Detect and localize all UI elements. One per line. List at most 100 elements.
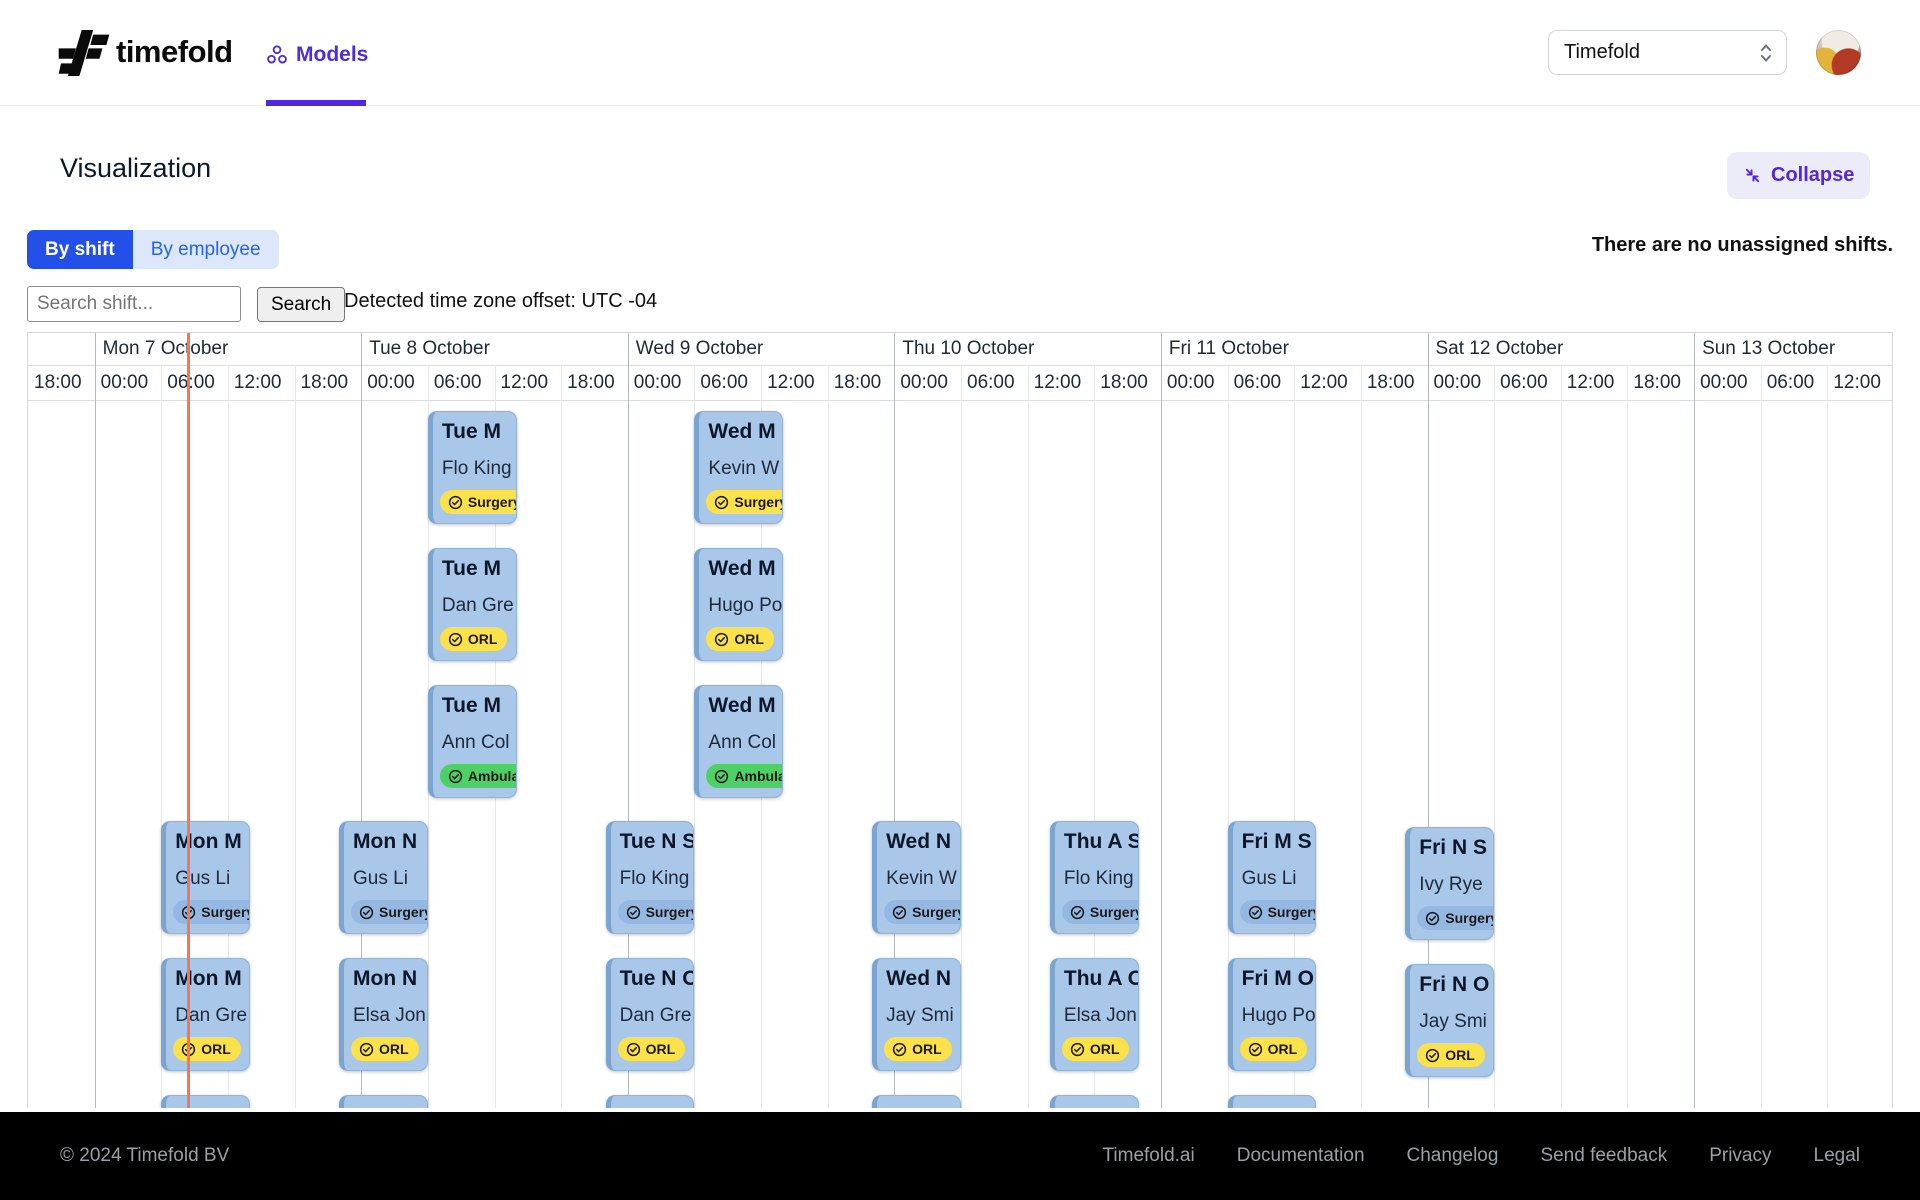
grid-tick-line bbox=[561, 365, 562, 1108]
shift-card[interactable]: Wed NJay SmiORL bbox=[872, 958, 961, 1071]
collapse-button[interactable]: Collapse bbox=[1727, 152, 1870, 199]
shift-card[interactable]: Tue MAnn ColAmbula bbox=[428, 685, 517, 798]
shift-employee: Flo King bbox=[1064, 868, 1138, 890]
tick-label: 18:00 bbox=[301, 372, 349, 394]
grid-day-line bbox=[95, 333, 96, 1108]
shift-card[interactable]: Mon NGus LiSurgery bbox=[339, 821, 428, 934]
shift-card[interactable]: Mon MDan GreORL bbox=[161, 958, 250, 1071]
workspace-select[interactable]: Timefold bbox=[1548, 30, 1787, 75]
search-input[interactable] bbox=[27, 286, 241, 322]
grid-tick-line bbox=[1361, 365, 1362, 1108]
nav-item-models[interactable]: Models bbox=[266, 38, 368, 72]
footer-link[interactable]: Legal bbox=[1814, 1145, 1861, 1167]
shift-card-partial[interactable] bbox=[1228, 1095, 1317, 1108]
badge-check-icon bbox=[1425, 1048, 1440, 1063]
footer: © 2024 Timefold BV Timefold.ai Documentat… bbox=[0, 1112, 1920, 1200]
shift-employee: Gus Li bbox=[353, 868, 427, 890]
footer-link[interactable]: Timefold.ai bbox=[1103, 1145, 1195, 1167]
shift-card[interactable]: Thu A S Flo King Surgery bbox=[1050, 821, 1139, 934]
grid-tick-line bbox=[1627, 365, 1628, 1108]
shift-badge-label: Ambula bbox=[468, 768, 517, 784]
shift-card-partial[interactable] bbox=[872, 1095, 961, 1108]
badge-check-icon bbox=[892, 1042, 907, 1057]
tick-label: 18:00 bbox=[834, 372, 882, 394]
shift-badge-label: Surgery bbox=[1090, 904, 1139, 920]
timezone-note: Detected time zone offset: UTC -04 bbox=[344, 290, 657, 313]
grid-tick-line bbox=[295, 365, 296, 1108]
shift-badge: ORL bbox=[1417, 1043, 1485, 1067]
shift-employee: Elsa Jon bbox=[353, 1005, 427, 1027]
shift-card[interactable]: Mon MGus LiSurgery bbox=[161, 821, 250, 934]
shift-badge-label: Surgery bbox=[734, 494, 783, 510]
shift-title: Fri N S bbox=[1419, 836, 1493, 860]
shift-card[interactable]: Fri M SGus LiSurgery bbox=[1228, 821, 1317, 934]
shift-employee: Dan Gre bbox=[620, 1005, 694, 1027]
shift-badge: Surgery bbox=[1062, 900, 1139, 924]
search-button[interactable]: Search bbox=[257, 287, 345, 322]
tick-label: 06:00 bbox=[167, 372, 215, 394]
shift-card[interactable]: Mon N Elsa Jon ORL bbox=[339, 958, 428, 1071]
tick-label: 00:00 bbox=[1700, 372, 1748, 394]
footer-link[interactable]: Documentation bbox=[1237, 1145, 1365, 1167]
day-header: Mon 7 October bbox=[103, 338, 229, 360]
shift-badge: Surgery bbox=[884, 900, 961, 924]
tick-label: 06:00 bbox=[1234, 372, 1282, 394]
unassigned-shifts-message: There are no unassigned shifts. bbox=[1592, 234, 1893, 257]
shift-badge: ORL bbox=[351, 1037, 419, 1061]
shift-employee: Kevin W bbox=[708, 458, 782, 480]
footer-link[interactable]: Changelog bbox=[1407, 1145, 1499, 1167]
footer-link[interactable]: Privacy bbox=[1709, 1145, 1771, 1167]
shift-card[interactable]: Tue N ODan GreORL bbox=[606, 958, 695, 1071]
shift-employee: Ann Col bbox=[708, 732, 782, 754]
shift-title: Tue N S bbox=[620, 830, 694, 854]
page-title: Visualization bbox=[60, 153, 211, 184]
shift-card[interactable]: Wed NKevin WSurgery bbox=[872, 821, 961, 934]
shift-title: Fri M O bbox=[1242, 967, 1316, 991]
tick-label: 18:00 bbox=[34, 372, 82, 394]
tick-label: 12:00 bbox=[1567, 372, 1615, 394]
badge-check-icon bbox=[892, 905, 907, 920]
tick-label: 12:00 bbox=[501, 372, 549, 394]
shift-title: Thu A O bbox=[1064, 967, 1138, 991]
shift-badge-label: ORL bbox=[734, 631, 764, 647]
shift-badge: Surgery bbox=[1417, 906, 1494, 930]
avatar[interactable] bbox=[1816, 30, 1861, 75]
shift-card[interactable]: Tue MDan GreORL bbox=[428, 548, 517, 661]
tick-label: 06:00 bbox=[434, 372, 482, 394]
shift-card[interactable]: Wed MAnn ColAmbula bbox=[694, 685, 783, 798]
badge-check-icon bbox=[359, 905, 374, 920]
shift-card[interactable]: Tue N SFlo KingSurgery bbox=[606, 821, 695, 934]
shift-card[interactable]: Wed MKevin WSurgery bbox=[694, 411, 783, 524]
shift-card[interactable]: Tue MFlo KingSurgery bbox=[428, 411, 517, 524]
shift-card[interactable]: Wed MHugo PoORL bbox=[694, 548, 783, 661]
tab-by-employee[interactable]: By employee bbox=[133, 230, 279, 269]
day-header: Wed 9 October bbox=[636, 338, 763, 360]
footer-link[interactable]: Send feedback bbox=[1540, 1145, 1667, 1167]
grid-tick-line bbox=[1761, 365, 1762, 1108]
shift-card[interactable]: Fri N OJay SmiORL bbox=[1405, 964, 1494, 1077]
shift-card[interactable]: Fri M OHugo PoORL bbox=[1228, 958, 1317, 1071]
shift-card[interactable]: Thu A OElsa JonORL bbox=[1050, 958, 1139, 1071]
grid-tick-line bbox=[1028, 365, 1029, 1108]
shift-card[interactable]: Fri N SIvy RyeSurgery bbox=[1405, 827, 1494, 940]
shift-card-partial[interactable] bbox=[339, 1095, 428, 1108]
shift-title: Thu A S bbox=[1064, 830, 1138, 854]
shift-card-partial[interactable] bbox=[606, 1095, 695, 1108]
shift-badge: ORL bbox=[173, 1037, 241, 1061]
shift-employee: Dan Gre bbox=[442, 595, 516, 617]
tick-label: 12:00 bbox=[1034, 372, 1082, 394]
tick-label: 00:00 bbox=[367, 372, 415, 394]
tab-by-shift[interactable]: By shift bbox=[27, 230, 133, 269]
collapse-button-label: Collapse bbox=[1771, 164, 1854, 187]
grid-tick-line bbox=[828, 365, 829, 1108]
badge-check-icon bbox=[359, 1042, 374, 1057]
shift-title: Mon N bbox=[353, 967, 427, 991]
shift-title: Wed N bbox=[886, 830, 960, 854]
shift-badge: Surgery bbox=[440, 490, 517, 514]
footer-copyright: © 2024 Timefold BV bbox=[60, 1145, 229, 1167]
shift-title: Wed M bbox=[708, 694, 782, 718]
tick-label: 06:00 bbox=[967, 372, 1015, 394]
shift-card-partial[interactable] bbox=[1050, 1095, 1139, 1108]
shift-card-partial[interactable] bbox=[161, 1095, 250, 1108]
grid-tick-line bbox=[1494, 365, 1495, 1108]
